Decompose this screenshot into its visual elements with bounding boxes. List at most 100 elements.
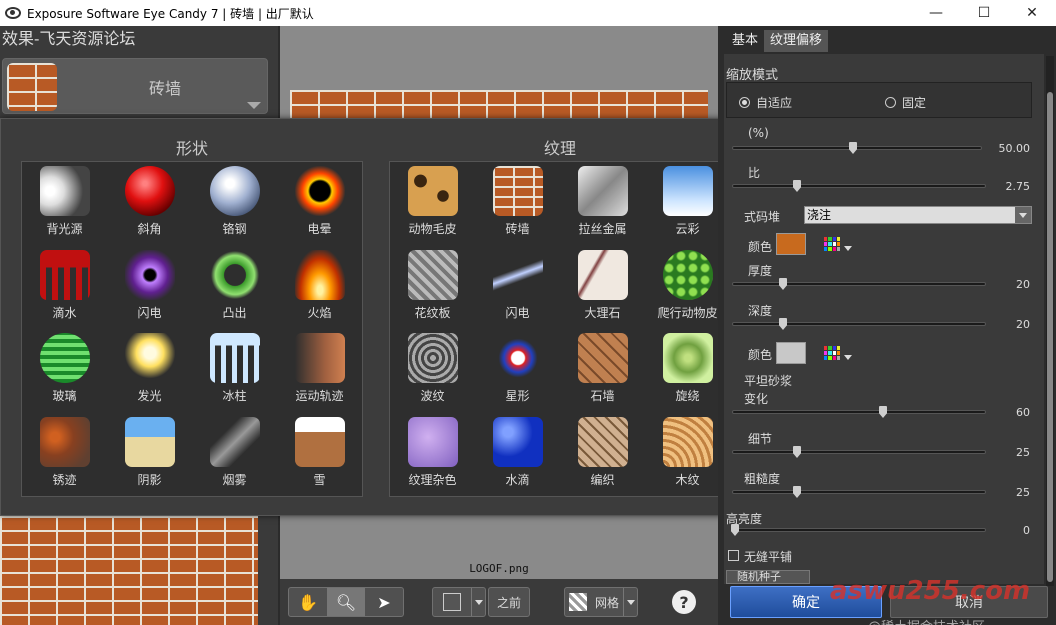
slider-thumb[interactable] xyxy=(793,180,801,192)
texture-item[interactable]: 波纹 xyxy=(390,329,475,413)
shape-item[interactable]: 铬钢 xyxy=(192,162,277,246)
shape-item-label: 锈迹 xyxy=(52,472,77,487)
shape-item[interactable]: 闪电 xyxy=(107,246,192,330)
shape-item[interactable]: 凸出 xyxy=(192,246,277,330)
maximize-button[interactable]: ☐ xyxy=(960,0,1008,26)
title-bar: Exposure Software Eye Candy 7 | 砖墙 | 出厂默… xyxy=(0,0,1056,26)
slider-thumb[interactable] xyxy=(849,142,857,154)
shape-item-label: 烟雾 xyxy=(222,472,247,487)
help-icon[interactable]: ? xyxy=(672,590,696,614)
shape-item[interactable]: 雪 xyxy=(277,413,362,497)
shape-item-label: 斜角 xyxy=(137,222,162,236)
shape-item[interactable]: 背光源 xyxy=(22,162,107,246)
tab-texture-offset[interactable]: 纹理偏移 xyxy=(764,30,829,52)
extrude-icon xyxy=(209,249,260,300)
palette-icon[interactable] xyxy=(824,346,840,360)
shape-item[interactable]: 电晕 xyxy=(277,162,362,246)
rust-icon xyxy=(39,416,90,467)
background-color-button[interactable] xyxy=(433,588,471,616)
grid-group: 网格 xyxy=(564,587,639,617)
thickness-slider[interactable] xyxy=(732,278,986,290)
color2-label: 颜色 xyxy=(748,348,773,362)
color1-swatch[interactable] xyxy=(776,233,806,255)
shape-item[interactable]: 阴影 xyxy=(107,413,192,497)
preset-selector[interactable]: 砖墙 xyxy=(2,58,268,114)
pattern-select[interactable]: 浇注 xyxy=(804,206,1032,224)
chevron-down-icon[interactable] xyxy=(844,246,852,251)
shape-item-label: 铬钢 xyxy=(222,222,247,236)
checker-icon[interactable] xyxy=(565,588,591,616)
texture-item[interactable]: 水滴 xyxy=(475,413,560,497)
motion-trail-icon xyxy=(294,333,345,383)
texture-item[interactable]: 闪电 xyxy=(475,246,560,330)
zoom-tool-icon[interactable]: 🔍︎ xyxy=(327,588,365,616)
shape-item[interactable]: 发光 xyxy=(107,329,192,413)
close-button[interactable]: ✕ xyxy=(1008,0,1056,26)
background-dropdown[interactable] xyxy=(471,588,485,616)
chevron-down-icon[interactable] xyxy=(247,102,261,109)
depth-label: 深度 xyxy=(748,304,773,318)
palette-icon[interactable] xyxy=(824,237,840,251)
minimize-button[interactable]: — xyxy=(912,0,960,26)
diamond-plate-icon xyxy=(407,249,458,300)
texture-item[interactable]: 大理石 xyxy=(560,246,645,330)
texture-item[interactable]: 拉丝金属 xyxy=(560,162,645,246)
mortar-label: 平坦砂浆 xyxy=(744,374,793,388)
shape-item-label: 凸出 xyxy=(222,305,247,320)
random-seed-button[interactable]: 随机种子 xyxy=(726,570,810,584)
shape-item[interactable]: 斜角 xyxy=(107,162,192,246)
slider-thumb[interactable] xyxy=(779,278,787,290)
settings-scrollbar[interactable] xyxy=(1046,56,1054,586)
hand-tool-icon[interactable]: ✋ xyxy=(289,588,327,616)
ratio-slider[interactable] xyxy=(732,180,986,192)
chevron-down-icon[interactable] xyxy=(844,355,852,360)
texture-noise-icon xyxy=(407,416,458,467)
scale-slider[interactable] xyxy=(732,142,982,154)
texture-item-label: 旋绕 xyxy=(675,389,700,403)
slider-thumb[interactable] xyxy=(793,486,801,498)
effects-popup: 形状 纹理 背光源 斜角 铬钢 电晕 滴水 闪电 凸出 火焰 玻璃 发光 冰柱 运动轨迹 锈迹 阴影 烟雾 雪… xyxy=(0,118,752,516)
variation-slider[interactable] xyxy=(732,406,986,418)
scrollbar-thumb[interactable] xyxy=(1047,92,1053,582)
texture-item-label: 大理石 xyxy=(584,305,621,320)
seamless-checkbox[interactable] xyxy=(728,550,739,561)
animal-fur-icon xyxy=(407,166,458,216)
glow-icon xyxy=(124,333,175,383)
texture-item[interactable]: 编织 xyxy=(560,413,645,497)
before-label: 之前 xyxy=(497,595,522,610)
radio-fixed[interactable]: 固定 xyxy=(885,94,926,111)
before-button[interactable]: 之前 xyxy=(488,587,531,617)
canvas-image xyxy=(290,90,708,120)
shape-item[interactable]: 烟雾 xyxy=(192,413,277,497)
texture-item[interactable]: 动物毛皮 xyxy=(390,162,475,246)
texture-item[interactable]: 星形 xyxy=(475,329,560,413)
pointer-tool-icon[interactable]: ➤ xyxy=(365,588,403,616)
preset-name: 砖墙 xyxy=(148,79,181,98)
detail-slider[interactable] xyxy=(732,446,986,458)
slider-thumb[interactable] xyxy=(779,318,787,330)
shape-item[interactable]: 锈迹 xyxy=(22,413,107,497)
slider-thumb[interactable] xyxy=(731,524,739,536)
slider-thumb[interactable] xyxy=(879,406,887,418)
ratio-value: 2.75 xyxy=(1005,180,1031,193)
color2-swatch[interactable] xyxy=(776,342,806,364)
depth-slider[interactable] xyxy=(732,318,986,330)
shape-item[interactable]: 火焰 xyxy=(277,246,362,330)
roughness-slider[interactable] xyxy=(732,486,986,498)
texture-item[interactable]: 石墙 xyxy=(560,329,645,413)
texture-item[interactable]: 花纹板 xyxy=(390,246,475,330)
tab-basic[interactable]: 基本 xyxy=(726,30,765,52)
radio-fit[interactable]: 自适应 xyxy=(739,94,792,111)
shape-item[interactable]: 玻璃 xyxy=(22,329,107,413)
texture-item-label: 闪电 xyxy=(505,305,530,320)
shape-item[interactable]: 冰柱 xyxy=(192,329,277,413)
settings-panel: 基本 纹理偏移 缩放模式 自适应 固定 (%) 50.00 比 2.75 式码堆… xyxy=(718,26,1056,625)
brightness-slider[interactable] xyxy=(731,524,986,536)
shape-item[interactable]: 滴水 xyxy=(22,246,107,330)
grid-dropdown[interactable] xyxy=(623,588,637,616)
shape-item[interactable]: 运动轨迹 xyxy=(277,329,362,413)
texture-item[interactable]: 纹理杂色 xyxy=(390,413,475,497)
slider-thumb[interactable] xyxy=(793,446,801,458)
chrome-icon xyxy=(209,166,260,216)
texture-item[interactable]: 砖墙 xyxy=(475,162,560,246)
